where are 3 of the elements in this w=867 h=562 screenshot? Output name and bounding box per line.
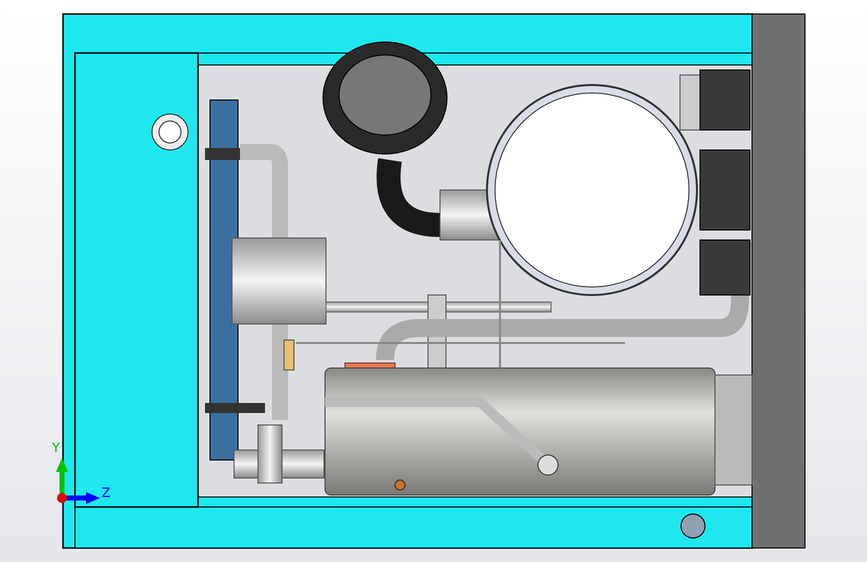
axis-label: Z (102, 486, 110, 501)
axis-label: Y (52, 441, 60, 456)
origin-icon (57, 493, 67, 503)
